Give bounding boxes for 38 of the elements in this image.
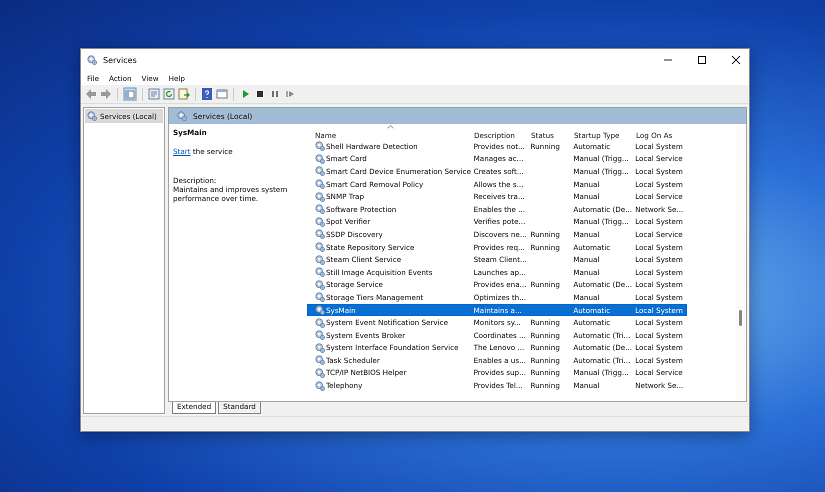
gear-icon [315, 192, 325, 202]
gear-icon [87, 55, 97, 65]
gear-icon [315, 280, 325, 290]
close-icon[interactable] [731, 55, 741, 65]
gear-icon [315, 380, 325, 391]
gear-icon [315, 204, 325, 214]
maximize-icon[interactable] [697, 55, 707, 65]
export-list-icon[interactable] [178, 88, 190, 100]
scrollbar[interactable] [736, 124, 746, 401]
gear-icon [315, 229, 325, 240]
gear-icon [177, 111, 187, 121]
help-icon[interactable] [201, 88, 213, 100]
gear-icon [315, 141, 325, 152]
refresh-icon[interactable] [163, 88, 175, 100]
gear-icon [315, 355, 325, 366]
gear-icon [315, 368, 325, 378]
gear-icon [315, 318, 325, 328]
gear-icon [315, 242, 325, 252]
stop-icon[interactable] [254, 88, 266, 100]
view-pane-icon[interactable] [216, 88, 228, 100]
scrollbar-thumb[interactable] [739, 310, 742, 326]
gear-icon [315, 254, 325, 265]
gear-icon [315, 305, 325, 316]
gear-icon [315, 216, 325, 227]
gear-icon [315, 166, 325, 176]
gear-icon [315, 179, 325, 190]
gear-icon [315, 292, 325, 302]
properties-icon[interactable] [148, 88, 160, 100]
gear-icon [315, 330, 325, 340]
resume-icon[interactable] [284, 88, 296, 100]
gear-icon [87, 111, 97, 121]
window-title: Services [103, 56, 137, 64]
pause-icon[interactable] [269, 88, 281, 100]
console-tree-icon[interactable] [123, 87, 137, 101]
gear-icon [315, 342, 325, 353]
gear-icon [315, 154, 325, 164]
sort-caret-icon [387, 125, 394, 129]
gear-icon [315, 267, 325, 278]
